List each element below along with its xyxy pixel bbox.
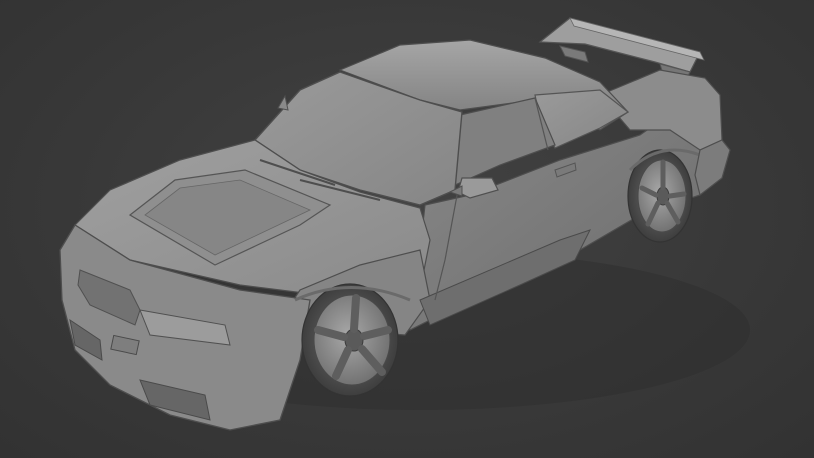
render-viewport: [0, 0, 814, 458]
antenna: [277, 94, 289, 111]
car-model: [59, 17, 750, 431]
front-wheel: [301, 283, 399, 397]
